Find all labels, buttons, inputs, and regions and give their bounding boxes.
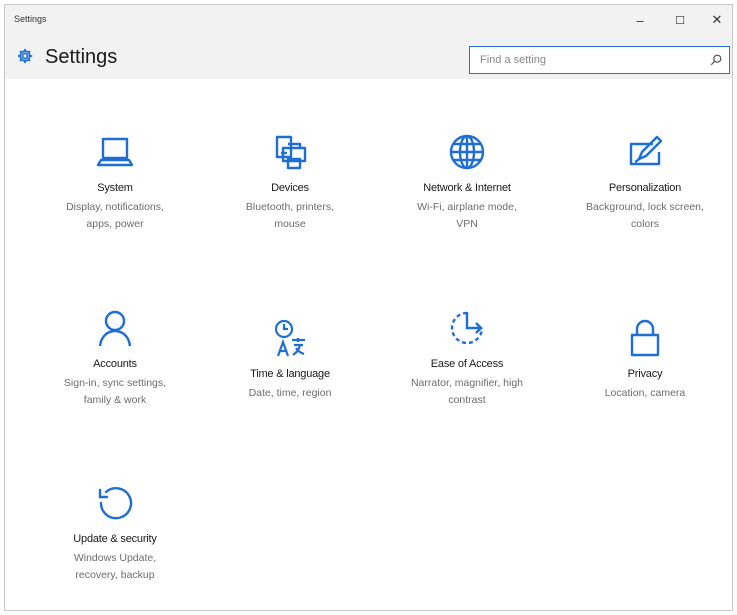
tile-description: Display, notifications, apps, power: [66, 201, 164, 230]
tile-description: Background, lock screen, colors: [586, 201, 704, 230]
title-bar[interactable]: Settings – ☐ ✕: [5, 5, 732, 35]
tile-privacy[interactable]: Privacy Location, camera: [570, 318, 720, 428]
tile-system[interactable]: System Display, notifications, apps, pow…: [40, 132, 190, 242]
tile-title: Privacy: [627, 368, 663, 380]
tile-update-security[interactable]: Update & security Windows Update, recove…: [40, 483, 190, 593]
person-icon: [95, 308, 135, 348]
tile-title: Network & Internet: [423, 182, 511, 194]
tile-title: Update & security: [73, 533, 157, 545]
time-language-icon: [270, 318, 310, 358]
tile-title: Time & language: [250, 368, 330, 380]
tile-title: Ease of Access: [430, 358, 504, 370]
laptop-icon: [95, 132, 135, 172]
update-icon: [95, 483, 135, 523]
tile-description: Wi-Fi, airplane mode, VPN: [417, 201, 517, 230]
tile-network-internet[interactable]: Network & Internet Wi-Fi, airplane mode,…: [392, 132, 542, 242]
tile-title: Devices: [271, 182, 309, 194]
minimize-button[interactable]: –: [622, 9, 658, 31]
settings-window: Settings – ☐ ✕ Settings Find a setting S…: [4, 4, 733, 611]
tile-time-language[interactable]: Time & language Date, time, region: [215, 318, 365, 428]
tile-description: Narrator, magnifier, high contrast: [410, 377, 524, 406]
lock-icon: [625, 318, 665, 358]
maximize-button[interactable]: ☐: [662, 9, 698, 31]
tile-title: Accounts: [93, 358, 137, 370]
search-input[interactable]: [470, 47, 700, 73]
close-button[interactable]: ✕: [699, 9, 732, 31]
devices-icon: [270, 132, 310, 172]
settings-header: Settings: [5, 35, 732, 79]
ease-of-access-icon: [447, 308, 487, 348]
tile-description: Location, camera: [604, 387, 686, 399]
tile-title: System: [97, 182, 133, 194]
window-title: Settings: [14, 14, 47, 24]
tile-ease-of-access[interactable]: Ease of Access Narrator, magnifier, high…: [392, 308, 542, 418]
tile-description: Date, time, region: [248, 387, 332, 399]
tile-description: Windows Update, recovery, backup: [73, 552, 157, 581]
search-box[interactable]: [469, 46, 730, 74]
tile-personalization[interactable]: Personalization Background, lock screen,…: [570, 132, 720, 242]
tile-description: Bluetooth, printers, mouse: [245, 201, 335, 230]
search-icon[interactable]: [709, 53, 723, 67]
tile-title: Personalization: [608, 182, 682, 194]
tile-devices[interactable]: Devices Bluetooth, printers, mouse: [215, 132, 365, 242]
tile-accounts[interactable]: Accounts Sign-in, sync settings, family …: [40, 308, 190, 418]
personalization-icon: [625, 132, 665, 172]
tile-description: Sign-in, sync settings, family & work: [63, 377, 167, 406]
globe-icon: [447, 132, 487, 172]
page-title: Settings: [45, 46, 118, 68]
gear-icon: [16, 47, 34, 65]
